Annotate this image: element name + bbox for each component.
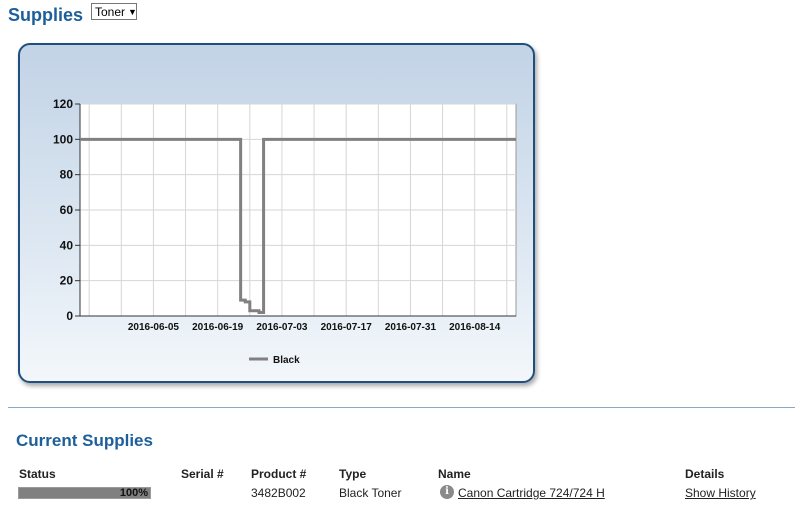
y-tick-label: 100 <box>53 132 73 146</box>
supply-type-cell: Black Toner <box>339 486 402 500</box>
y-tick-label: 0 <box>66 309 73 323</box>
details-cell: Show History <box>685 486 756 500</box>
supply-history-chart: 2016-06-05 2016-06-19 2016-07-03 2016-07-17… <box>18 43 535 383</box>
x-tick-label: 2016-07-03 <box>256 322 308 333</box>
page-title: Supplies <box>8 5 84 25</box>
y-tick-label: 20 <box>60 274 74 288</box>
column-header-product: Product # <box>251 467 307 481</box>
info-icon[interactable]: i <box>440 485 454 499</box>
chart-canvas: 2016-06-05 2016-06-19 2016-07-03 2016-07-17… <box>53 97 517 366</box>
y-tick-label: 80 <box>60 168 74 182</box>
current-supplies-title: Current Supplies <box>16 431 153 450</box>
supply-type-select[interactable]: Toner ▼ <box>91 3 137 20</box>
supply-type-select-value: Toner <box>95 5 126 19</box>
section-divider <box>8 407 795 408</box>
y-tick-label: 60 <box>60 203 74 217</box>
x-tick-label: 2016-06-19 <box>192 322 244 333</box>
status-level-label: 100% <box>119 487 148 499</box>
column-header-name: Name <box>438 467 471 481</box>
product-number-cell: 3482B002 <box>251 486 306 500</box>
x-tick-label: 2016-08-14 <box>449 322 501 333</box>
chevron-down-icon: ▼ <box>128 7 137 17</box>
column-header-serial: Serial # <box>181 467 224 481</box>
y-tick-label: 40 <box>60 238 74 252</box>
status-level-bar: 100% <box>18 487 151 499</box>
y-tick-label: 120 <box>53 97 73 111</box>
x-tick-label: 2016-07-17 <box>321 322 373 333</box>
column-header-status: Status <box>19 467 56 481</box>
x-tick-label: 2016-07-31 <box>385 322 437 333</box>
show-history-link[interactable]: Show History <box>685 486 756 500</box>
x-tick-label: 2016-06-05 <box>128 322 180 333</box>
column-header-details: Details <box>685 467 725 481</box>
column-header-type: Type <box>339 467 367 481</box>
supply-name-link[interactable]: Canon Cartridge 724/724 H <box>458 486 605 500</box>
legend-label: Black <box>273 355 300 366</box>
supply-name-cell: Canon Cartridge 724/724 H <box>458 486 605 500</box>
